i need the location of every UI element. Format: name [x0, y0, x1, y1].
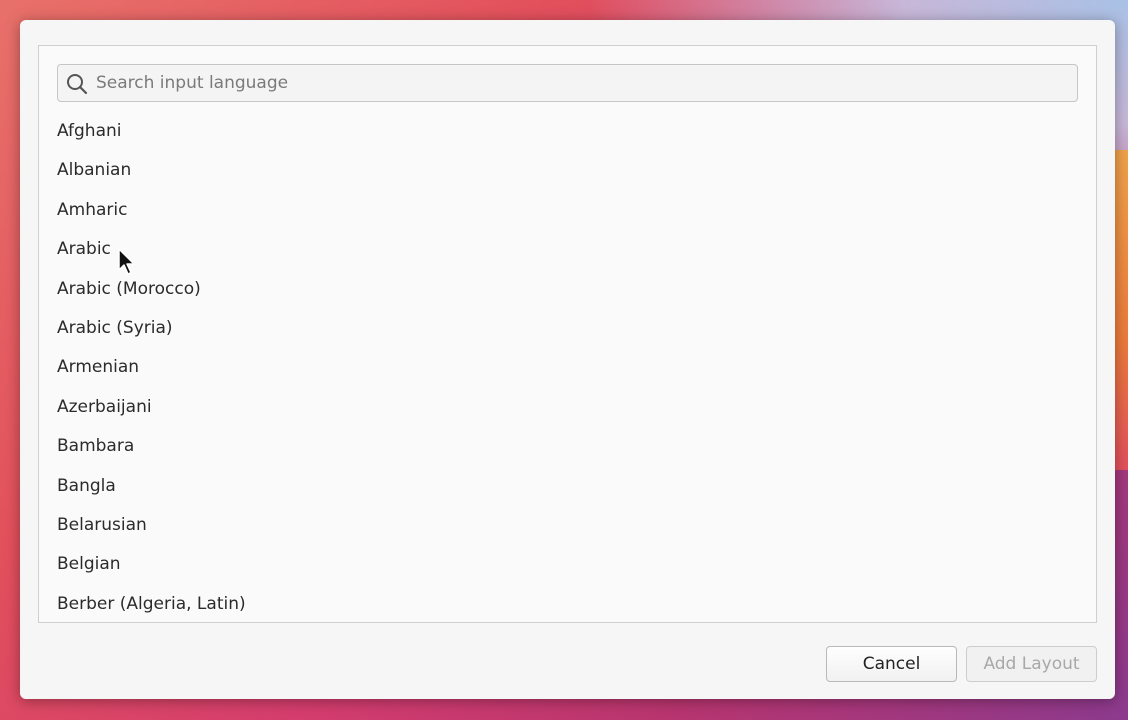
list-item[interactable]: Armenian	[39, 348, 1096, 387]
search-input[interactable]	[96, 65, 1066, 101]
list-item[interactable]: Berber (Algeria, Latin)	[39, 585, 1096, 622]
list-item[interactable]: Albanian	[39, 151, 1096, 190]
language-list-panel: Afghani Albanian Amharic Arabic Arabic (…	[38, 45, 1097, 623]
list-item[interactable]: Arabic	[39, 230, 1096, 269]
add-layout-button[interactable]: Add Layout	[966, 646, 1097, 682]
add-input-language-dialog: Afghani Albanian Amharic Arabic Arabic (…	[20, 20, 1115, 699]
list-item[interactable]: Belarusian	[39, 506, 1096, 545]
language-list: Afghani Albanian Amharic Arabic Arabic (…	[39, 112, 1096, 622]
list-item[interactable]: Afghani	[39, 112, 1096, 151]
list-item[interactable]: Arabic (Syria)	[39, 309, 1096, 348]
search-field[interactable]	[57, 64, 1078, 102]
cancel-button[interactable]: Cancel	[826, 646, 957, 682]
list-item[interactable]: Belgian	[39, 545, 1096, 584]
mouse-cursor-icon	[118, 248, 135, 275]
list-item[interactable]: Bambara	[39, 427, 1096, 466]
list-item[interactable]: Arabic (Morocco)	[39, 270, 1096, 309]
list-item[interactable]: Azerbaijani	[39, 388, 1096, 427]
search-icon	[65, 72, 89, 96]
list-item[interactable]: Bangla	[39, 467, 1096, 506]
list-item[interactable]: Amharic	[39, 191, 1096, 230]
